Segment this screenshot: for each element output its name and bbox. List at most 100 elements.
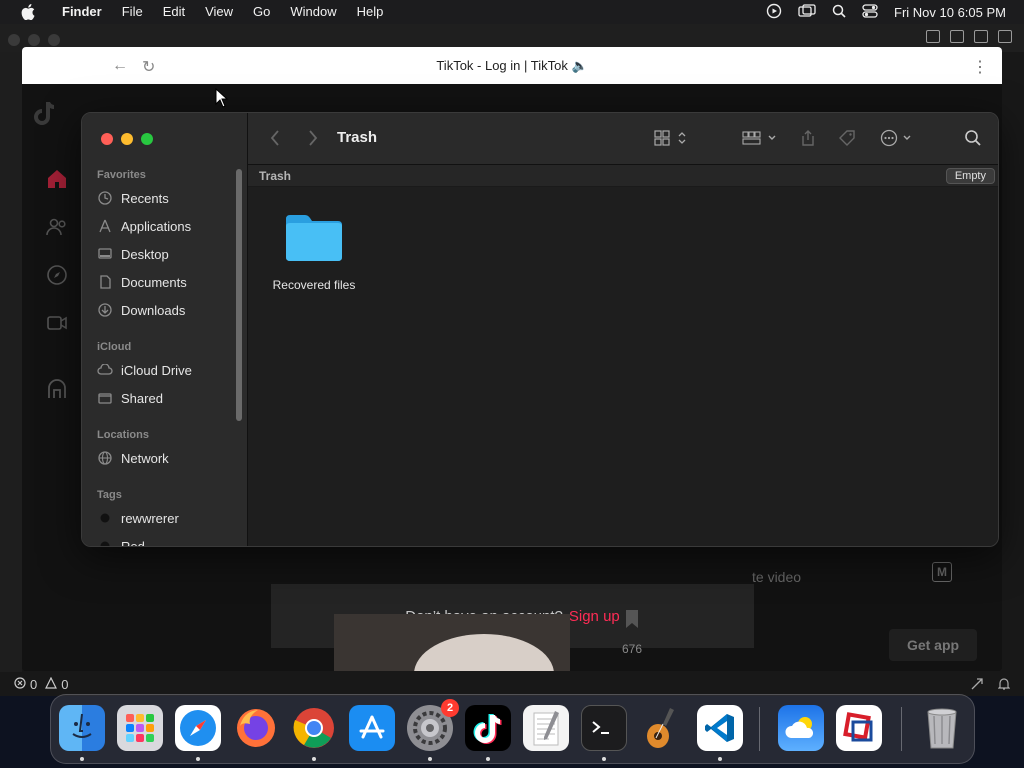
live-camera-icon[interactable] xyxy=(46,312,70,336)
sidebar-item-downloads[interactable]: Downloads xyxy=(97,299,237,321)
m-icon[interactable]: M xyxy=(932,562,952,582)
dock-app-store[interactable] xyxy=(349,705,395,751)
menu-app-name[interactable]: Finder xyxy=(52,0,112,24)
sidebar-item-label: Applications xyxy=(121,218,192,234)
finder-window: Favorites Recents Applications Desktop D… xyxy=(81,112,999,547)
dock-garageband[interactable] xyxy=(639,705,685,751)
dock-tiktok[interactable] xyxy=(465,705,511,751)
following-icon[interactable] xyxy=(46,216,70,240)
dock: 2 xyxy=(50,694,975,764)
dock-parallels[interactable] xyxy=(836,705,882,751)
dock-chrome[interactable] xyxy=(291,705,337,751)
notifications-bell-icon[interactable] xyxy=(997,677,1011,694)
toggle-panel-icon[interactable] xyxy=(950,30,964,43)
file-content-area[interactable]: Recovered files xyxy=(248,187,998,546)
sidebar-item-label: rewwrerer xyxy=(121,510,179,526)
zoom-window-button[interactable] xyxy=(141,133,153,145)
video-face-image xyxy=(414,634,554,671)
browser-menu-icon[interactable]: ⋮ xyxy=(972,57,988,77)
dock-terminal[interactable] xyxy=(581,705,627,751)
home-icon[interactable] xyxy=(46,168,70,192)
dock-firefox[interactable] xyxy=(233,705,279,751)
dock-textedit[interactable] xyxy=(523,705,569,751)
sidebar-item-icloud-drive[interactable]: iCloud Drive xyxy=(97,359,237,381)
search-icon[interactable] xyxy=(964,128,982,148)
editor-close-button[interactable] xyxy=(8,34,20,46)
running-indicator xyxy=(486,757,490,761)
sidebar-tag-rewwrerer[interactable]: rewwrerer xyxy=(97,507,237,529)
share-icon[interactable] xyxy=(800,128,816,148)
video-thumbnail[interactable] xyxy=(334,614,570,671)
dock-launchpad[interactable] xyxy=(117,705,163,751)
dock-vscode[interactable] xyxy=(697,705,743,751)
forward-chevron-icon[interactable] xyxy=(308,129,318,152)
apple-menu-icon[interactable] xyxy=(18,0,38,24)
running-indicator xyxy=(718,757,722,761)
warning-count[interactable]: 0 xyxy=(61,677,68,692)
menu-clock[interactable]: Fri Nov 10 6:05 PM xyxy=(894,5,1006,20)
running-indicator xyxy=(80,757,84,761)
sidebar-item-documents[interactable]: Documents xyxy=(97,271,237,293)
close-window-button[interactable] xyxy=(101,133,113,145)
error-icon[interactable] xyxy=(14,676,26,692)
sidebar-item-desktop[interactable]: Desktop xyxy=(97,243,237,265)
sidebar-item-label: iCloud Drive xyxy=(121,362,192,378)
icon-view-grid-icon[interactable] xyxy=(654,128,688,148)
file-item-label: Recovered files xyxy=(272,278,356,292)
running-indicator xyxy=(602,757,606,761)
editor-zoom-button[interactable] xyxy=(48,34,60,46)
video-label-fragment: te video xyxy=(752,569,802,585)
editor-minimize-button[interactable] xyxy=(28,34,40,46)
menu-bar: Finder File Edit View Go Window Help Fri… xyxy=(0,0,1024,24)
sidebar-section-icloud: iCloud xyxy=(97,341,132,353)
sidebar-item-shared[interactable]: Shared xyxy=(97,387,237,409)
sidebar-item-recents[interactable]: Recents xyxy=(97,187,237,209)
tiktok-logo[interactable] xyxy=(32,100,56,133)
dock-weather[interactable] xyxy=(778,705,824,751)
file-item[interactable]: Recovered files xyxy=(268,211,360,292)
sidebar-section-favorites: Favorites xyxy=(97,169,146,181)
cloud-icon xyxy=(97,362,113,378)
accounts-icon[interactable] xyxy=(970,677,984,694)
dock-trash[interactable] xyxy=(919,705,965,751)
get-app-button[interactable]: Get app xyxy=(889,629,977,661)
warning-icon[interactable] xyxy=(45,676,58,692)
sidebar-item-applications[interactable]: Applications xyxy=(97,215,237,237)
menu-window[interactable]: Window xyxy=(280,0,346,24)
error-count[interactable]: 0 xyxy=(30,677,37,692)
tag-icon[interactable] xyxy=(838,128,856,148)
dock-safari[interactable] xyxy=(175,705,221,751)
control-center-icon[interactable] xyxy=(862,3,878,21)
profile-icon[interactable] xyxy=(46,378,70,402)
minimize-window-button[interactable] xyxy=(121,133,133,145)
screen-recording-icon[interactable] xyxy=(766,3,782,22)
spotlight-search-icon[interactable] xyxy=(832,4,846,21)
menu-go[interactable]: Go xyxy=(243,0,280,24)
running-indicator xyxy=(312,757,316,761)
running-indicator xyxy=(428,757,432,761)
bookmark-icon[interactable] xyxy=(622,608,642,635)
menu-view[interactable]: View xyxy=(195,0,243,24)
customize-layout-icon[interactable] xyxy=(998,30,1012,43)
sidebar-item-network[interactable]: Network xyxy=(97,447,237,469)
dock-finder[interactable] xyxy=(59,705,105,751)
menu-help[interactable]: Help xyxy=(347,0,394,24)
menu-file[interactable]: File xyxy=(112,0,153,24)
group-by-icon[interactable] xyxy=(742,128,778,148)
sidebar-item-label: Network xyxy=(121,450,169,466)
sidebar-item-label: Recents xyxy=(121,190,169,206)
toggle-secondary-sidebar-icon[interactable] xyxy=(974,30,988,43)
toggle-primary-sidebar-icon[interactable] xyxy=(926,30,940,43)
editor-layout-controls xyxy=(926,30,1012,43)
signup-link[interactable]: Sign up xyxy=(569,608,620,625)
dock-system-settings[interactable]: 2 xyxy=(407,699,459,751)
screen-mirroring-icon[interactable] xyxy=(798,3,816,21)
more-actions-icon[interactable] xyxy=(880,128,914,148)
back-chevron-icon[interactable] xyxy=(270,129,280,152)
empty-trash-button[interactable]: Empty xyxy=(945,168,995,184)
menu-edit[interactable]: Edit xyxy=(153,0,195,24)
sidebar-scrollbar[interactable] xyxy=(236,169,242,421)
path-label: Trash xyxy=(259,169,292,183)
sidebar-tag-red[interactable]: Red xyxy=(97,535,237,546)
explore-compass-icon[interactable] xyxy=(46,264,70,288)
